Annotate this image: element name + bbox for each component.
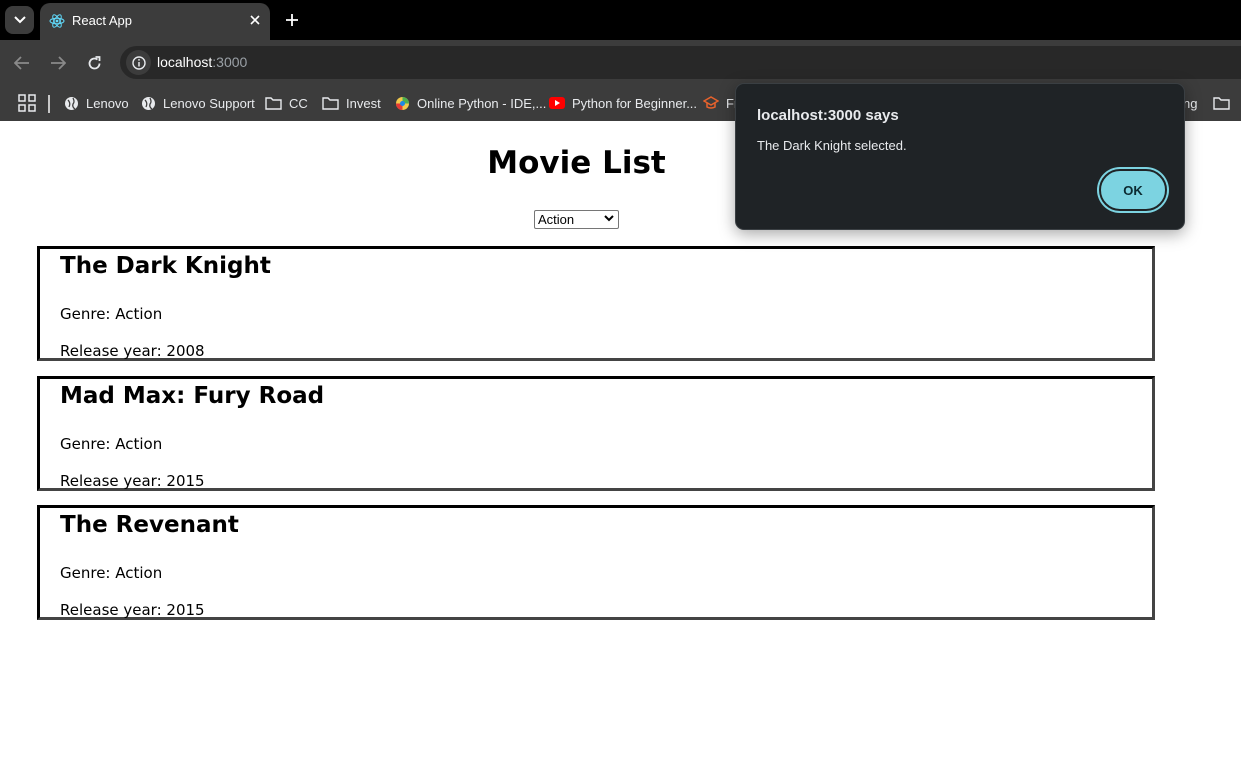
tab-search-button[interactable]: [5, 6, 34, 34]
bookmark-label: Python for Beginner...: [572, 95, 698, 111]
movie-genre: Genre: Action: [60, 305, 163, 323]
dialog-message: The Dark Knight selected.: [757, 138, 907, 153]
chevron-down-icon: [604, 215, 614, 222]
genre-select-value: Action: [538, 212, 575, 227]
alert-dialog: localhost:3000 says The Dark Knight sele…: [735, 83, 1185, 230]
movie-title: The Dark Knight: [60, 253, 271, 279]
bookmark-course[interactable]: Fr: [703, 91, 738, 115]
close-icon: [250, 15, 260, 25]
course-icon: [703, 96, 719, 109]
bookmark-label: Online Python - IDE,...: [417, 95, 547, 111]
ok-button[interactable]: OK: [1099, 169, 1167, 211]
bookmark-lenovo[interactable]: Lenovo: [64, 91, 129, 115]
movie-title: Mad Max: Fury Road: [60, 383, 325, 409]
movie-release-year: Release year: 2015: [60, 472, 205, 490]
bookmark-label: ng: [1183, 95, 1198, 111]
folder-icon: [265, 97, 282, 110]
bookmark-partial[interactable]: ng: [1183, 91, 1231, 115]
folder-icon: [322, 97, 339, 110]
movie-release-year: Release year: 2015: [60, 601, 205, 619]
bookmarks-divider: [48, 95, 50, 113]
reload-icon: [88, 55, 100, 69]
movie-release-year: Release year: 2008: [60, 342, 205, 360]
url-text: localhost:3000: [157, 54, 247, 70]
movie-card[interactable]: The Revenant Genre: Action Release year:…: [37, 505, 1155, 620]
url-port: :3000: [212, 54, 248, 70]
apps-grid-icon[interactable]: [17, 93, 37, 113]
arrow-left-icon: [14, 56, 29, 70]
bookmark-lenovo-support[interactable]: Lenovo Support: [141, 91, 255, 115]
bookmark-folder-invest[interactable]: Invest: [322, 91, 381, 115]
bookmark-label: Lenovo Support: [163, 95, 255, 111]
new-tab-button[interactable]: [280, 8, 304, 32]
browser-toolbar: localhost:3000: [0, 40, 1241, 86]
info-icon: [131, 55, 146, 70]
arrow-right-icon: [51, 56, 66, 70]
address-bar[interactable]: localhost:3000: [120, 46, 1241, 79]
react-logo-icon: [49, 14, 65, 28]
youtube-icon: [549, 97, 565, 109]
forward-button[interactable]: [47, 52, 69, 74]
bookmark-label: Lenovo: [86, 95, 129, 111]
genre-select[interactable]: Action: [534, 210, 619, 229]
movie-title: The Revenant: [60, 512, 239, 538]
bookmark-label: CC: [289, 95, 308, 111]
back-button[interactable]: [11, 52, 33, 74]
globe-icon: [65, 96, 78, 110]
tab-react-app[interactable]: React App: [40, 3, 270, 40]
bookmark-label: Invest: [346, 95, 381, 111]
bookmark-python-for-beginners[interactable]: Python for Beginner...: [549, 91, 697, 115]
site-info-button[interactable]: [126, 50, 151, 75]
movie-genre: Genre: Action: [60, 435, 163, 453]
folder-icon: [1213, 97, 1231, 110]
reload-button[interactable]: [83, 52, 105, 74]
movie-card[interactable]: The Dark Knight Genre: Action Release ye…: [37, 246, 1155, 361]
plus-icon: [286, 14, 298, 26]
tab-close-button[interactable]: [247, 12, 263, 28]
chevron-down-icon: [13, 16, 26, 24]
bookmark-folder-cc[interactable]: CC: [265, 91, 308, 115]
globe-icon: [142, 96, 155, 110]
movie-card[interactable]: Mad Max: Fury Road Genre: Action Release…: [37, 376, 1155, 491]
tab-strip: React App: [0, 0, 1241, 40]
tab-title: React App: [72, 13, 132, 28]
url-host: localhost: [157, 54, 213, 70]
movie-genre: Genre: Action: [60, 564, 163, 582]
bookmark-online-python[interactable]: Online Python - IDE,...: [395, 91, 546, 115]
dialog-title: localhost:3000 says: [757, 107, 899, 124]
python-site-icon: [396, 96, 409, 110]
